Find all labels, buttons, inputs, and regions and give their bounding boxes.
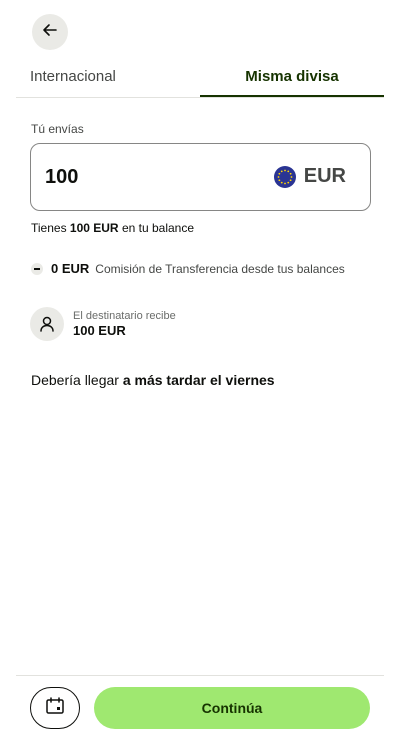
calendar-icon: [45, 696, 65, 720]
currency-code: EUR: [303, 165, 346, 187]
tab-label: Internacional: [30, 68, 116, 85]
amount-input-box[interactable]: 100 EUR: [30, 143, 371, 211]
balance-prefix: Tienes: [31, 221, 70, 235]
footer-divider: [16, 675, 384, 676]
person-icon: [30, 307, 64, 341]
arrival-estimate: Debería llegar a más tardar el viernes: [31, 372, 275, 388]
fee-description: Comisión de Transferencia desde tus bala…: [95, 261, 345, 276]
back-button[interactable]: [32, 14, 68, 50]
continue-label: Continúa: [201, 700, 263, 716]
continue-button[interactable]: Continúa: [94, 687, 370, 729]
tab-internacional[interactable]: Internacional: [30, 68, 200, 98]
amount-input[interactable]: 100: [45, 166, 78, 189]
send-label: Tú envías: [31, 122, 84, 136]
recipient-amount: 100 EUR: [73, 322, 126, 338]
arrival-date: a más tardar el viernes: [122, 372, 275, 388]
recipient-label: El destinatario recibe: [73, 309, 176, 322]
arrow-left-icon: [40, 20, 60, 45]
fee-amount: 0 EUR: [51, 261, 90, 276]
tab-misma-divisa[interactable]: Misma divisa: [200, 68, 384, 98]
arrival-prefix: Debería llegar: [31, 372, 123, 388]
transfer-type-tabs: Internacional Misma divisa: [16, 68, 384, 98]
schedule-button[interactable]: [30, 687, 80, 729]
tab-label: Misma divisa: [245, 68, 339, 85]
active-tab-indicator: [200, 95, 384, 97]
currency-selector[interactable]: EUR: [273, 165, 346, 188]
balance-info: Tienes 100 EUR en tu balance: [31, 221, 194, 235]
eu-flag-icon: [273, 165, 296, 188]
fee-row: 0 EUR Comisión de Transferencia desde tu…: [31, 261, 345, 276]
balance-suffix: en tu balance: [118, 221, 195, 235]
minus-icon: [31, 262, 43, 275]
balance-amount: 100 EUR: [69, 221, 119, 235]
recipient-text: El destinatario recibe 100 EUR: [73, 310, 176, 339]
recipient-row: El destinatario recibe 100 EUR: [30, 307, 176, 341]
